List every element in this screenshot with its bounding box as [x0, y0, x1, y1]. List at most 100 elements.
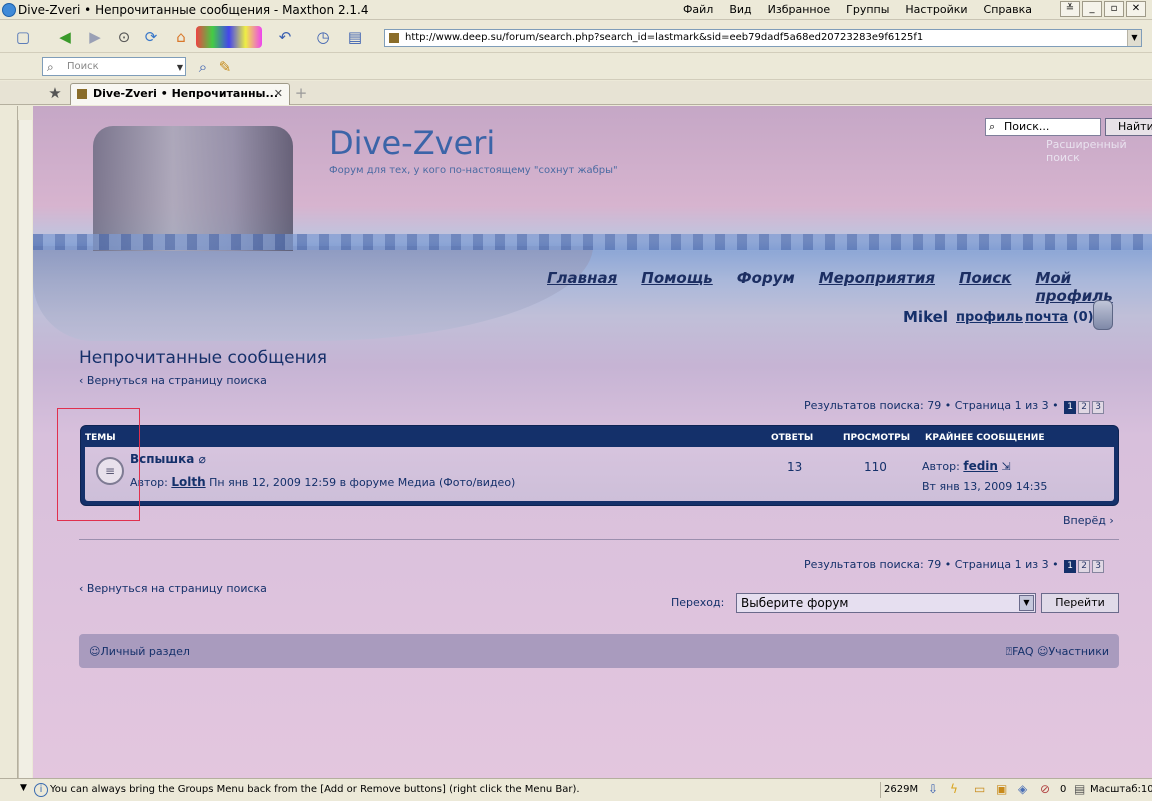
table-row: ≡ Вспышка ⌀ Автор: Lolth Пн янв 12, 2009… — [85, 447, 1114, 501]
tab-menu-star-icon[interactable]: ★ — [44, 82, 66, 104]
minimize-button[interactable]: _ — [1082, 1, 1102, 17]
status-separator — [880, 782, 881, 798]
menu-favorites[interactable]: Избранное — [760, 3, 838, 16]
search-dropdown-icon[interactable]: ▼ — [177, 59, 183, 76]
page-3-bottom[interactable]: 3 — [1092, 560, 1105, 573]
menu-chevron-icon[interactable]: ≚ — [1060, 1, 1080, 17]
search-go-icon[interactable]: ⌕ — [192, 56, 214, 78]
menu-file[interactable]: Файл — [675, 3, 721, 16]
tab-close-icon[interactable]: ✕ — [274, 84, 283, 104]
col-views: ПРОСМОТРЫ — [843, 433, 911, 443]
folder-icon[interactable]: ▭ — [974, 782, 985, 796]
nav-forum[interactable]: Форум — [737, 269, 795, 305]
plugin-icons[interactable] — [196, 26, 262, 48]
zoom-level[interactable]: Масштаб:10 — [1090, 784, 1152, 795]
forum-jump-value: Выберите форум — [741, 596, 849, 610]
topic-title-link[interactable]: Вспышка ⌀ — [130, 452, 206, 466]
site-logo-title[interactable]: Dive-Zveri — [329, 124, 495, 162]
user-icon: ☺ — [89, 645, 101, 658]
forum-jump-select[interactable]: Выберите форум ▼ — [736, 593, 1036, 613]
col-replies: ОТВЕТЫ — [771, 433, 814, 443]
topic-author-link[interactable]: Lolth — [171, 475, 205, 489]
jump-button[interactable]: Перейти — [1041, 593, 1119, 613]
menu-help[interactable]: Справка — [976, 3, 1040, 16]
back-to-search-link-top[interactable]: ‹ Вернуться на страницу поиска — [79, 374, 267, 387]
mail-link-label[interactable]: почта — [1025, 310, 1068, 325]
browser-search-input[interactable]: ⌕ Поиск ▼ — [42, 57, 186, 76]
history-clock-icon[interactable]: ◷ — [312, 26, 334, 48]
nav-help[interactable]: Помощь — [641, 269, 713, 305]
submarine-tower-art — [93, 126, 293, 251]
chevron-down-icon[interactable]: ▼ — [1019, 595, 1034, 611]
address-bar[interactable]: http://www.deep.su/forum/search.php?sear… — [384, 29, 1142, 47]
pagination-top: Результатов поиска: 79 • Страница 1 из 3… — [804, 399, 1105, 414]
page-2-top[interactable]: 2 — [1078, 401, 1091, 414]
page-2-bottom[interactable]: 2 — [1078, 560, 1091, 573]
sea-wave-art — [33, 234, 1152, 250]
members-link[interactable]: ☺Участники — [1037, 645, 1109, 658]
tab-dive-zveri[interactable]: Dive-Zveri • Непрочитанны... ✕ — [70, 83, 290, 105]
jump-label: Переход: — [671, 596, 725, 609]
last-post-author: Автор: fedin ⇲ — [922, 459, 1011, 473]
topics-table: ТЕМЫ ОТВЕТЫ ПРОСМОТРЫ КРАЙНЕЕ СООБЩЕНИЕ … — [80, 425, 1119, 506]
table-header: ТЕМЫ ОТВЕТЫ ПРОСМОТРЫ КРАЙНЕЕ СООБЩЕНИЕ — [81, 429, 1118, 447]
back-icon[interactable]: ◀ — [54, 26, 76, 48]
back-to-search-link-bottom[interactable]: ‹ Вернуться на страницу поиска — [79, 582, 267, 595]
personal-area-link[interactable]: ☺Личный раздел — [89, 645, 190, 658]
mail-link[interactable]: почта (0) — [1025, 310, 1094, 325]
faq-link[interactable]: ⍰FAQ — [1006, 645, 1034, 658]
site-search-placeholder: Поиск... — [1004, 120, 1050, 133]
view-latest-post-icon[interactable]: ⇲ — [1001, 460, 1010, 473]
reply-count: 13 — [787, 460, 803, 474]
topic-meta: Автор: Lolth Пн янв 12, 2009 12:59 в фор… — [130, 475, 515, 489]
sidebar-scrollbar[interactable] — [18, 120, 32, 778]
nav-events[interactable]: Мероприятия — [819, 269, 935, 305]
download-icon[interactable]: ⇩ — [928, 782, 938, 796]
site-search-input[interactable]: ⌕ Поиск... — [985, 118, 1101, 136]
new-tab-icon[interactable]: ▢ — [12, 26, 34, 48]
results-summary-bottom: Результатов поиска: 79 • Страница 1 из 3… — [804, 558, 1059, 571]
page-3-top[interactable]: 3 — [1092, 401, 1105, 414]
page-1-top[interactable]: 1 — [1064, 401, 1077, 414]
site-search-button[interactable]: Найти — [1105, 118, 1152, 136]
mail-count: (0) — [1072, 310, 1094, 325]
page-1-bottom[interactable]: 1 — [1064, 560, 1077, 573]
nav-my-profile[interactable]: Мой профиль — [1035, 269, 1152, 305]
side-panel — [0, 106, 18, 778]
menu-view[interactable]: Вид — [721, 3, 759, 16]
profile-link[interactable]: профиль — [956, 310, 1023, 325]
tab-favicon — [77, 89, 87, 99]
advanced-search-link[interactable]: Расширенный поиск — [1046, 138, 1152, 164]
status-chevron-icon[interactable]: ▼ — [20, 783, 27, 793]
popup-blocker-icon[interactable]: ⊘ — [1040, 782, 1050, 796]
logout-icon[interactable] — [1093, 300, 1113, 330]
info-icon: i — [34, 783, 48, 797]
highlight-icon[interactable]: ✎ — [214, 56, 236, 78]
home-icon[interactable]: ⌂ — [170, 26, 192, 48]
nav-search[interactable]: Поиск — [959, 269, 1011, 305]
status-bar: ▼ i You can always bring the Groups Menu… — [0, 778, 1152, 801]
col-last-post: КРАЙНЕЕ СООБЩЕНИЕ — [925, 433, 1045, 443]
back-to-search-label-bottom: Вернуться на страницу поиска — [86, 582, 267, 595]
page-icon[interactable]: ▤ — [1074, 782, 1085, 796]
lightning-icon[interactable]: ϟ — [950, 782, 958, 796]
close-button[interactable]: ✕ — [1126, 1, 1146, 17]
view-count: 110 — [864, 460, 887, 474]
address-dropdown-icon[interactable]: ▼ — [1127, 30, 1141, 46]
stop-icon[interactable]: ⊙ — [113, 26, 135, 48]
menu-bar: Файл Вид Избранное Группы Настройки Спра… — [675, 3, 1040, 16]
nav-home[interactable]: Главная — [547, 269, 617, 305]
last-author-link[interactable]: fedin — [963, 459, 998, 473]
groups-icon[interactable]: ▤ — [344, 26, 366, 48]
proxy-icon[interactable]: ◈ — [1018, 782, 1027, 796]
title-bar: Dive-Zveri • Непрочитанные сообщения - M… — [0, 0, 1152, 20]
next-page-link[interactable]: Вперёд › — [1063, 514, 1114, 527]
refresh-icon[interactable]: ⟳ — [140, 26, 162, 48]
forward-icon[interactable]: ▶ — [84, 26, 106, 48]
screenshot-icon[interactable]: ▣ — [996, 782, 1007, 796]
menu-settings[interactable]: Настройки — [897, 3, 975, 16]
new-tab-plus-icon[interactable]: + — [290, 82, 312, 104]
maximize-button[interactable]: ▫ — [1104, 1, 1124, 17]
undo-icon[interactable]: ↶ — [274, 26, 296, 48]
menu-groups[interactable]: Группы — [838, 3, 897, 16]
